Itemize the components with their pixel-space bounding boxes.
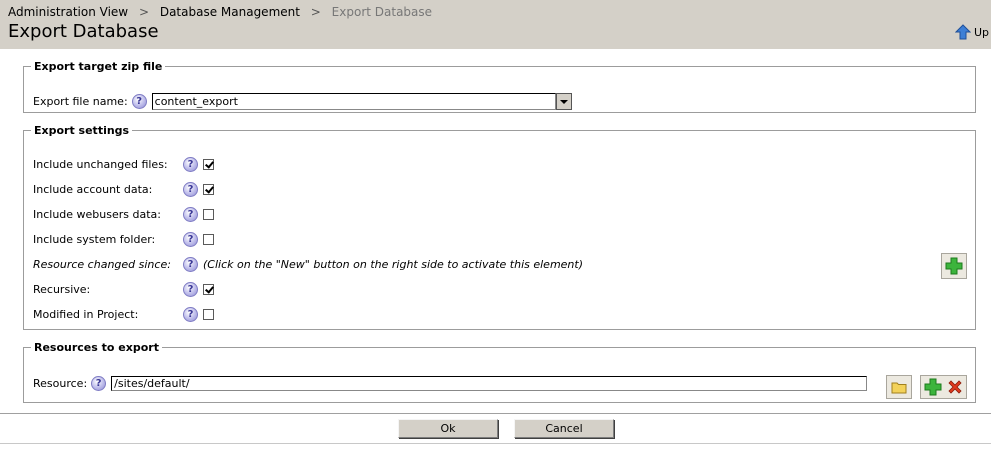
help-icon[interactable]: ? xyxy=(183,207,198,222)
export-file-name-label: Export file name: xyxy=(33,95,128,108)
resource-label: Resource: xyxy=(33,377,88,390)
folder-icon xyxy=(891,382,907,394)
breadcrumb-separator: > xyxy=(138,5,149,19)
recursive-row: Recursive: ? xyxy=(33,282,214,297)
resources-legend: Resources to export xyxy=(34,341,159,354)
breadcrumb-database-management[interactable]: Database Management xyxy=(160,5,300,19)
breadcrumb-export-database: Export Database xyxy=(331,5,433,19)
page-title: Export Database xyxy=(8,21,159,42)
plus-icon xyxy=(945,257,963,275)
export-file-name-combo xyxy=(151,93,572,110)
export-file-name-row: Export file name: ? xyxy=(33,93,572,110)
breadcrumb: Administration View > Database Managemen… xyxy=(8,5,432,19)
plus-icon[interactable] xyxy=(924,378,942,396)
resource-input[interactable] xyxy=(111,376,868,391)
cancel-button[interactable]: Cancel xyxy=(514,419,614,438)
help-icon[interactable]: ? xyxy=(91,376,107,391)
divider xyxy=(0,443,991,444)
breadcrumb-separator: > xyxy=(310,5,321,19)
new-date-button[interactable] xyxy=(941,253,967,279)
export-target-section: Export target zip file Export file name:… xyxy=(23,60,976,113)
modified-in-project-row: Modified in Project: ? xyxy=(33,307,214,322)
include-unchanged-label: Include unchanged files: xyxy=(33,158,168,171)
arrow-up-icon xyxy=(954,24,971,40)
resources-section: Resources to export Resource: ? xyxy=(23,341,976,403)
title-bar: Administration View > Database Managemen… xyxy=(0,0,991,49)
recursive-label: Recursive: xyxy=(33,283,91,296)
add-remove-resource-buttons xyxy=(920,375,967,399)
include-webusers-row: Include webusers data: ? xyxy=(33,207,214,222)
export-settings-legend: Export settings xyxy=(34,124,130,137)
help-icon[interactable]: ? xyxy=(183,182,198,197)
help-icon[interactable]: ? xyxy=(183,257,198,272)
modified-in-project-checkbox[interactable] xyxy=(203,309,214,320)
include-webusers-checkbox[interactable] xyxy=(203,209,214,220)
up-label: Up xyxy=(973,25,989,39)
include-unchanged-checkbox[interactable] xyxy=(203,159,214,170)
help-icon[interactable]: ? xyxy=(183,282,198,297)
export-settings-section: Export settings Include unchanged files:… xyxy=(23,124,976,330)
dropdown-arrow-icon[interactable] xyxy=(555,93,572,110)
help-icon[interactable]: ? xyxy=(183,157,198,172)
browse-folder-button[interactable] xyxy=(886,375,912,399)
modified-in-project-label: Modified in Project: xyxy=(33,308,139,321)
help-icon[interactable]: ? xyxy=(183,232,198,247)
include-system-label: Include system folder: xyxy=(33,233,156,246)
resource-changed-row: Resource changed since: ? (Click on the … xyxy=(33,257,583,272)
include-unchanged-row: Include unchanged files: ? xyxy=(33,157,214,172)
remove-icon[interactable] xyxy=(947,379,963,395)
include-webusers-label: Include webusers data: xyxy=(33,208,161,221)
include-account-row: Include account data: ? xyxy=(33,182,214,197)
include-system-checkbox[interactable] xyxy=(203,234,214,245)
recursive-checkbox[interactable] xyxy=(203,284,214,295)
resource-changed-note: (Click on the "New" button on the right … xyxy=(203,258,583,271)
resource-changed-label: Resource changed since: xyxy=(33,258,171,271)
include-system-row: Include system folder: ? xyxy=(33,232,214,247)
export-file-name-input[interactable] xyxy=(151,93,556,110)
help-icon[interactable]: ? xyxy=(183,307,198,322)
resource-row: Resource: ? xyxy=(33,376,868,391)
include-account-checkbox[interactable] xyxy=(203,184,214,195)
help-icon[interactable]: ? xyxy=(131,94,147,109)
divider xyxy=(0,413,991,414)
up-button[interactable]: Up xyxy=(954,24,989,40)
export-target-legend: Export target zip file xyxy=(34,60,163,73)
breadcrumb-administration-view[interactable]: Administration View xyxy=(8,5,128,19)
include-account-label: Include account data: xyxy=(33,183,153,196)
ok-button[interactable]: Ok xyxy=(398,419,498,438)
